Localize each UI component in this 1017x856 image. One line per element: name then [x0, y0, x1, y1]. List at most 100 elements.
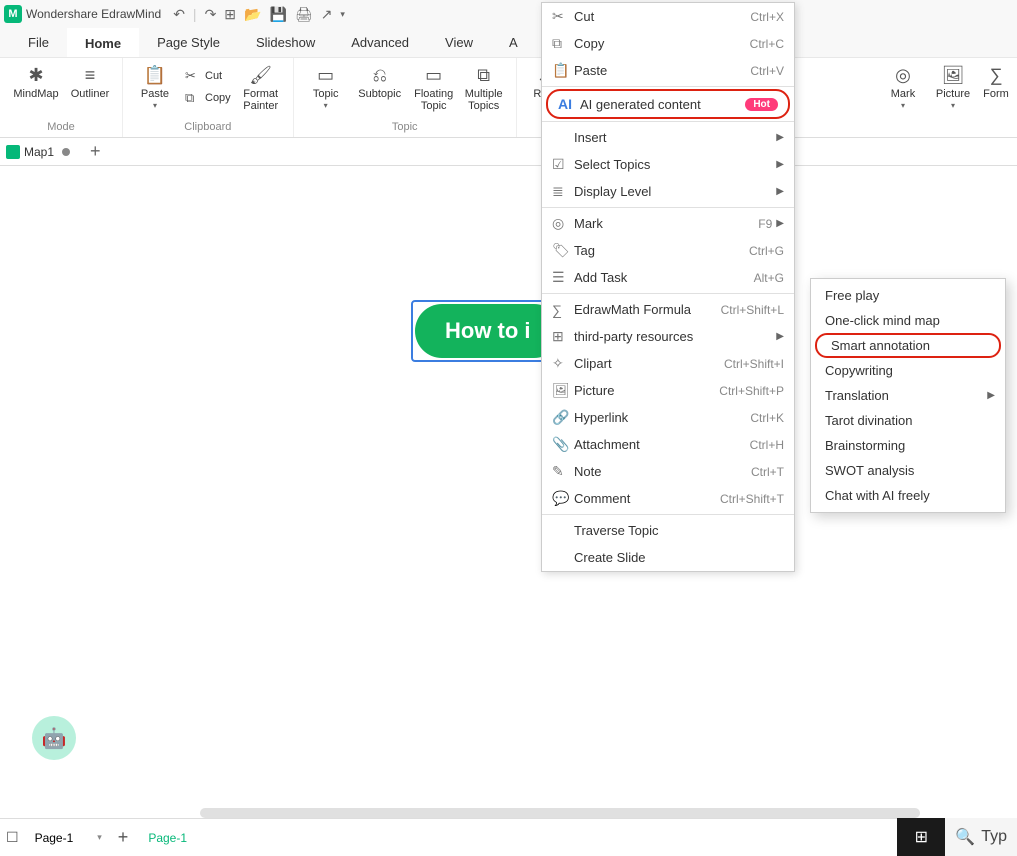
- menu-item-copy[interactable]: ⧉CopyCtrl+C: [542, 30, 794, 57]
- menu-home[interactable]: Home: [67, 28, 139, 57]
- group-label-topic: Topic: [392, 121, 418, 135]
- chevron-right-icon: ▶: [776, 186, 784, 197]
- chevron-right-icon: ▶: [987, 390, 995, 401]
- redo-icon[interactable]: ↷: [203, 6, 219, 23]
- ai-menu-brainstorming[interactable]: Brainstorming: [811, 433, 1005, 458]
- menu-item-clipart[interactable]: ✧ClipartCtrl+Shift+I: [542, 350, 794, 377]
- windows-start-icon[interactable]: ⊞: [897, 818, 945, 856]
- assistant-fab[interactable]: 🤖: [32, 716, 76, 760]
- outliner-button[interactable]: ≡Outliner: [66, 62, 114, 100]
- menu-item-paste[interactable]: 📋PasteCtrl+V: [542, 57, 794, 84]
- document-tabbar: Map1 +: [0, 138, 1017, 166]
- menu-file[interactable]: File: [10, 29, 67, 56]
- mark-icon: ◎: [552, 215, 574, 232]
- export-icon[interactable]: ↗: [319, 6, 335, 23]
- qat-more-icon[interactable]: ▾: [338, 9, 347, 20]
- menu-item-third-party-resources[interactable]: ⊞third-party resources▶: [542, 323, 794, 350]
- mindmap-button[interactable]: ✱MindMap: [8, 62, 64, 100]
- picture-icon: 🖼: [552, 382, 574, 399]
- app-logo: M: [4, 5, 22, 23]
- format-painter-button[interactable]: 🖌Format Painter: [237, 62, 285, 112]
- ai-icon: AI: [558, 96, 572, 112]
- context-menu: ✂CutCtrl+X⧉CopyCtrl+C📋PasteCtrl+V AIAI ge…: [541, 2, 795, 572]
- app-name: Wondershare EdrawMind: [26, 7, 161, 21]
- formula-icon: ∑: [552, 302, 574, 318]
- new-icon[interactable]: ⊞: [222, 6, 238, 23]
- central-topic[interactable]: How to i: [415, 304, 561, 358]
- menu-item-hyperlink[interactable]: 🔗HyperlinkCtrl+K: [542, 404, 794, 431]
- ribbon-picture-icon: 🖼: [942, 64, 965, 86]
- group-label-clipboard: Clipboard: [184, 121, 231, 135]
- ribbon-picture-button[interactable]: 🖼Picture▾: [929, 62, 977, 110]
- ai-menu-free-play[interactable]: Free play: [811, 283, 1005, 308]
- cut-button[interactable]: ✂Cut: [181, 66, 235, 86]
- paste-button[interactable]: 📋Paste▾: [131, 62, 179, 110]
- page-selector[interactable]: Page-1▾: [25, 831, 112, 845]
- subtopic-button[interactable]: ⎌Subtopic: [352, 62, 408, 100]
- outliner-icon: ≡: [85, 64, 96, 86]
- add-tab-button[interactable]: +: [84, 141, 107, 162]
- formula-button-partial[interactable]: ∑Form: [979, 62, 1013, 100]
- topic-button[interactable]: ▭Topic▾: [302, 62, 350, 110]
- cut-icon: ✂: [552, 8, 574, 25]
- format-painter-icon: 🖌: [249, 64, 272, 86]
- page-tab[interactable]: Page-1: [134, 825, 201, 851]
- menu-item-add-task[interactable]: ☰Add TaskAlt+G: [542, 264, 794, 291]
- task-icon: ☰: [552, 269, 574, 286]
- menu-item-mark[interactable]: ◎MarkF9▶: [542, 210, 794, 237]
- menu-item-cut[interactable]: ✂CutCtrl+X: [542, 3, 794, 30]
- copy-button[interactable]: ⧉Copy: [181, 88, 235, 108]
- ai-menu-smart-annotation[interactable]: Smart annotation: [815, 333, 1001, 358]
- ai-menu-one-click-mind-map[interactable]: One-click mind map: [811, 308, 1005, 333]
- chevron-right-icon: ▶: [776, 331, 784, 342]
- ai-menu-chat-with-ai-freely[interactable]: Chat with AI freely: [811, 483, 1005, 508]
- titlebar: M Wondershare EdrawMind ↶ | ↷ ⊞ 📂 💾 🖨 ↗ …: [0, 0, 1017, 28]
- ai-menu-swot-analysis[interactable]: SWOT analysis: [811, 458, 1005, 483]
- group-label-mode: Mode: [47, 121, 75, 135]
- menu-view[interactable]: View: [427, 29, 491, 56]
- menu-item-ai-generated-content[interactable]: AIAI generated contentHot: [546, 89, 790, 119]
- multiple-icon: ⧉: [477, 64, 490, 86]
- document-tab[interactable]: Map1: [24, 145, 54, 159]
- menu-item-create-slide[interactable]: Create Slide: [542, 544, 794, 571]
- chevron-right-icon: ▶: [776, 132, 784, 143]
- menu-page-style[interactable]: Page Style: [139, 29, 238, 56]
- menu-advanced[interactable]: Advanced: [333, 29, 427, 56]
- taskbar-fragment: ⊞ 🔍Typ: [897, 818, 1017, 856]
- menu-item-edrawmath-formula[interactable]: ∑EdrawMath FormulaCtrl+Shift+L: [542, 296, 794, 323]
- ribbon-mark-icon: ◎: [895, 64, 911, 86]
- pages-panel-icon[interactable]: ☐: [0, 829, 25, 846]
- cut-icon: ✂: [185, 68, 201, 84]
- floating-topic-button[interactable]: ▭Floating Topic: [410, 62, 458, 112]
- menu-slideshow[interactable]: Slideshow: [238, 29, 333, 56]
- multiple-topics-button[interactable]: ⧉Multiple Topics: [460, 62, 508, 112]
- menu-item-comment[interactable]: 💬CommentCtrl+Shift+T: [542, 485, 794, 512]
- add-page-button[interactable]: +: [112, 827, 135, 848]
- menu-item-insert[interactable]: Insert▶: [542, 124, 794, 151]
- save-icon[interactable]: 💾: [267, 6, 288, 23]
- subtopic-icon: ⎌: [372, 64, 386, 86]
- menu-item-traverse-topic[interactable]: Traverse Topic: [542, 517, 794, 544]
- menu-item-picture[interactable]: 🖼PictureCtrl+Shift+P: [542, 377, 794, 404]
- tag-icon: 🏷: [552, 242, 574, 259]
- resources-icon: ⊞: [552, 328, 574, 345]
- menu-item-select-topics[interactable]: ☑Select Topics▶: [542, 151, 794, 178]
- mark-button[interactable]: ◎Mark▾: [879, 62, 927, 110]
- menu-partial[interactable]: A: [491, 29, 536, 56]
- select-icon: ☑: [552, 156, 574, 173]
- menu-item-tag[interactable]: 🏷TagCtrl+G: [542, 237, 794, 264]
- horizontal-scrollbar[interactable]: [200, 808, 907, 818]
- note-icon: ✎: [552, 463, 574, 480]
- undo-icon[interactable]: ↶: [171, 6, 187, 23]
- ai-menu-copywriting[interactable]: Copywriting: [811, 358, 1005, 383]
- menu-item-display-level[interactable]: ≣Display Level▶: [542, 178, 794, 205]
- topic-icon: ▭: [317, 64, 334, 86]
- menu-item-attachment[interactable]: 📎AttachmentCtrl+H: [542, 431, 794, 458]
- copy-icon: ⧉: [552, 35, 574, 52]
- ai-menu-translation[interactable]: Translation▶: [811, 383, 1005, 408]
- open-icon[interactable]: 📂: [242, 6, 263, 23]
- print-icon[interactable]: 🖨: [293, 6, 315, 23]
- taskbar-search[interactable]: 🔍Typ: [945, 818, 1017, 856]
- menu-item-note[interactable]: ✎NoteCtrl+T: [542, 458, 794, 485]
- ai-menu-tarot-divination[interactable]: Tarot divination: [811, 408, 1005, 433]
